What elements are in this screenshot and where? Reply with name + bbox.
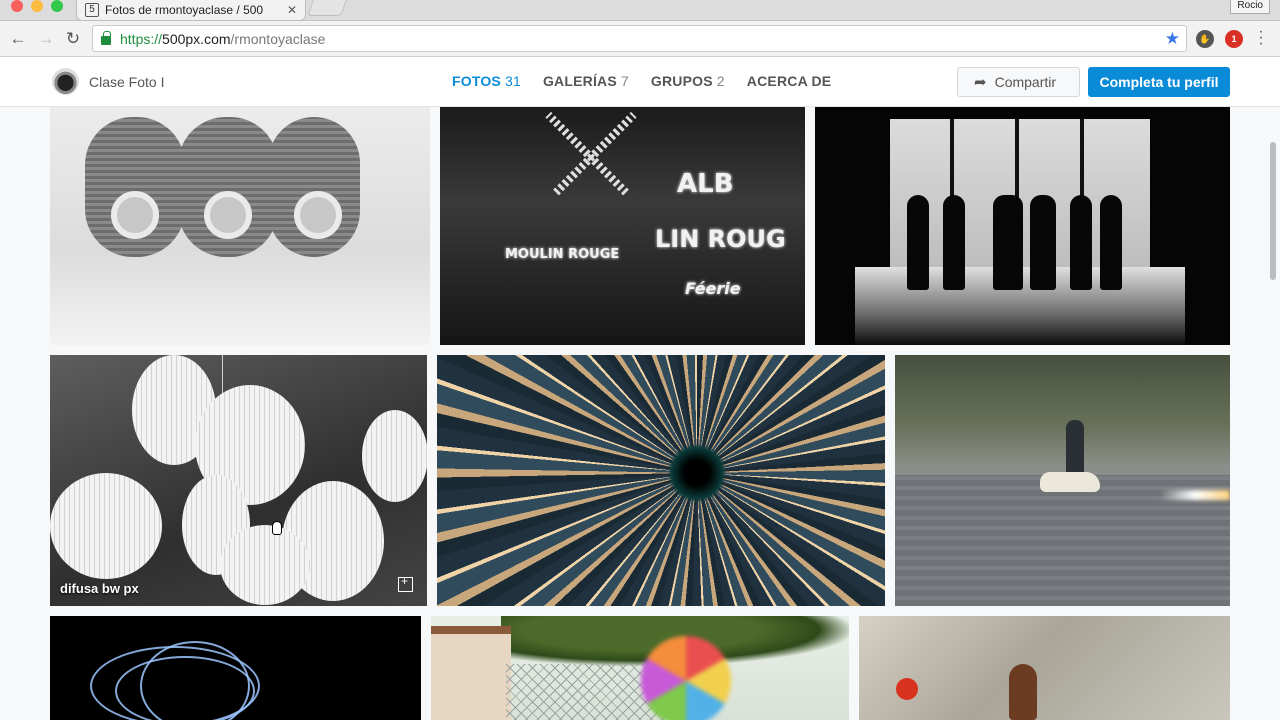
new-tab-button[interactable] xyxy=(307,0,347,16)
silhouette-person xyxy=(1100,195,1122,290)
spool-image xyxy=(85,117,185,257)
address-bar[interactable]: https:// 500px.com /rmontoyaclase ★ xyxy=(92,25,1187,52)
shed-image xyxy=(431,626,511,720)
spool-image xyxy=(178,117,278,257)
photo-lamps[interactable]: difusa bw px xyxy=(50,355,427,606)
page-scrollbar[interactable] xyxy=(1270,142,1276,280)
ball-image xyxy=(896,678,918,700)
photo-spools[interactable] xyxy=(50,107,430,345)
share-arrow-icon: ➦ xyxy=(974,74,987,91)
photo-caption: difusa bw px xyxy=(60,581,139,596)
profile-name[interactable]: Clase Foto I xyxy=(89,74,164,90)
photo-moulin-rouge[interactable]: MOULIN ROUGE ALB LIN ROUG Féerie xyxy=(440,107,805,345)
scooter-image xyxy=(1040,420,1100,500)
silhouette-person xyxy=(943,195,965,290)
photo-tunnel[interactable] xyxy=(437,355,885,606)
browser-tab[interactable]: 5 Fotos de rmontoyaclase / 500 ✕ xyxy=(76,0,306,21)
moulin-sign: MOULIN ROUGE xyxy=(505,247,620,262)
share-label: Compartir xyxy=(994,74,1057,90)
silhouette-person xyxy=(993,195,1023,290)
window-minimize-button[interactable] xyxy=(31,0,43,12)
pinwheel-image xyxy=(641,636,731,720)
complete-profile-button[interactable]: Completa tu perfil xyxy=(1088,67,1230,97)
photo-scooter[interactable] xyxy=(895,355,1230,606)
browser-toolbar: ← → ↻ https:// 500px.com /rmontoyaclase … xyxy=(0,21,1280,57)
tab-grupos[interactable]: GRUPOS 2 xyxy=(651,73,725,89)
tab-fotos[interactable]: FOTOS 31 xyxy=(452,73,521,89)
photo-cafe-silhouettes[interactable] xyxy=(815,107,1230,345)
extension-icon[interactable]: ✋ xyxy=(1196,30,1214,48)
lamp-image xyxy=(50,473,162,579)
tab-close-icon[interactable]: ✕ xyxy=(287,3,297,17)
tunnel-center-image xyxy=(667,443,727,503)
silhouette-person xyxy=(907,195,929,290)
lock-icon xyxy=(101,30,111,45)
photo-soccer[interactable] xyxy=(859,616,1230,720)
tab-galerias[interactable]: GALERÍAS 7 xyxy=(543,73,629,89)
profile-header: Clase Foto I FOTOS 31 GALERÍAS 7 GRUPOS 2 A… xyxy=(0,57,1280,107)
reload-icon[interactable]: ↻ xyxy=(63,29,83,49)
adblock-icon[interactable]: 1 xyxy=(1225,30,1243,48)
browser-menu-icon[interactable]: · · · xyxy=(1255,24,1267,52)
share-button[interactable]: ➦ Compartir xyxy=(957,67,1080,97)
moulin-sign-large: LIN ROUG xyxy=(655,225,786,253)
spool-image xyxy=(268,117,360,257)
photo-pinwheel[interactable] xyxy=(431,616,849,720)
avatar[interactable] xyxy=(52,68,79,95)
profile-tabs: FOTOS 31 GALERÍAS 7 GRUPOS 2 ACERCA DE xyxy=(452,73,831,89)
windmill-image xyxy=(535,107,645,197)
mouse-cursor-icon xyxy=(272,521,282,535)
forward-arrow-icon[interactable]: → xyxy=(36,29,56,49)
add-to-gallery-icon[interactable] xyxy=(398,574,413,592)
tab-acerca-de[interactable]: ACERCA DE xyxy=(747,73,832,89)
silhouette-person xyxy=(1070,195,1092,290)
player-image xyxy=(1009,664,1037,720)
window-zoom-button[interactable] xyxy=(51,0,63,12)
url-path: /rmontoyaclase xyxy=(230,30,326,47)
lamp-image xyxy=(220,525,310,605)
moulin-sign-feerie: Féerie xyxy=(685,279,741,298)
car-light-image xyxy=(1160,490,1230,500)
url-scheme: https:// xyxy=(120,30,163,47)
photo-light-painting[interactable] xyxy=(50,616,421,720)
silhouette-person xyxy=(1030,195,1056,290)
url-host: 500px.com xyxy=(162,30,231,47)
window-close-button[interactable] xyxy=(11,0,23,12)
lamp-image xyxy=(362,410,427,502)
tab-title: Fotos de rmontoyaclase / 500 xyxy=(105,3,264,17)
profile-user-button[interactable]: Rocio xyxy=(1230,0,1270,14)
back-arrow-icon[interactable]: ← xyxy=(8,29,28,49)
moulin-sign-top: ALB xyxy=(677,169,734,199)
favicon-icon: 5 xyxy=(85,3,99,17)
browser-tab-bar: 5 Fotos de rmontoyaclase / 500 ✕ Rocio xyxy=(0,0,1280,21)
bookmark-star-icon[interactable]: ★ xyxy=(1165,29,1180,49)
